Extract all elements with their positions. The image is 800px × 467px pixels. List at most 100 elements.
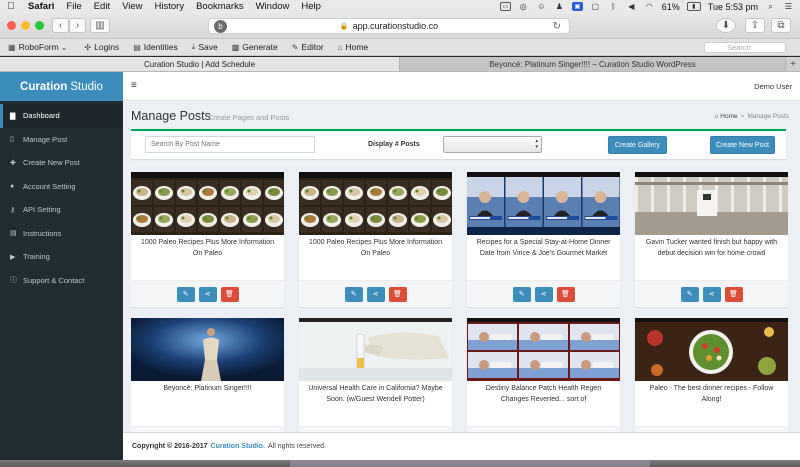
footer-brand-link[interactable]: Curation Studio. — [211, 443, 265, 450]
generate-icon: ▩ — [231, 42, 240, 52]
post-thumbnail[interactable] — [467, 172, 620, 235]
breadcrumb-current: Manage Posts — [747, 113, 789, 120]
back-button[interactable]: ‹ — [52, 18, 69, 33]
sidebar-item-instructions[interactable]: ▤ Instructions — [0, 222, 123, 246]
sidebar-item-label: Support & Contact — [23, 275, 85, 285]
sidebar-item-label: Account Setting — [23, 181, 76, 191]
sidebar-item-account-setting[interactable]: ● Account Setting — [0, 175, 123, 199]
audio-icon[interactable]: ◀ — [626, 2, 637, 11]
screen-record-icon[interactable]: ▣ — [571, 2, 583, 11]
save-icon: ⤓ — [191, 42, 196, 51]
minimize-window-button[interactable] — [21, 21, 30, 30]
post-thumbnail[interactable] — [131, 318, 284, 381]
logo-bold: Curation — [20, 80, 68, 93]
post-thumbnail[interactable] — [131, 172, 284, 235]
status-face-icon[interactable]: ☺ — [536, 2, 547, 11]
wifi-icon[interactable]: ◠ — [644, 2, 655, 11]
menu-help[interactable]: Help — [301, 1, 321, 12]
tab-add-schedule[interactable]: Curation Studio | Add Schedule — [0, 57, 400, 71]
sidebar-item-dashboard[interactable]: ▇ Dashboard — [0, 104, 123, 128]
menu-bookmarks[interactable]: Bookmarks — [196, 1, 244, 12]
reload-icon[interactable]: ↻ — [553, 21, 561, 32]
bookmark-generate[interactable]: ▩ Generate — [232, 42, 278, 52]
extension-badge-icon[interactable]: b — [214, 20, 227, 33]
status-box-icon[interactable]: ▭ — [499, 2, 511, 11]
share-button[interactable]: ⋖ — [534, 286, 553, 302]
bookmark-editor[interactable]: ✎ Editor — [292, 42, 324, 52]
bookmark-save[interactable]: ⤓ Save — [192, 42, 218, 52]
delete-button[interactable]: 🗑 — [724, 286, 743, 302]
sidebar-item-training[interactable]: ▶ Training — [0, 245, 123, 269]
sidebar-item-api-setting[interactable]: ⚷ API Setting — [0, 198, 123, 222]
menu-edit[interactable]: Edit — [94, 1, 110, 12]
share-icon: ⋖ — [708, 291, 715, 298]
edit-button[interactable]: ✎ — [344, 286, 363, 302]
status-user-icon[interactable]: ♟ — [554, 2, 565, 11]
hamburger-menu-icon[interactable]: ≡ — [131, 80, 137, 91]
apple-menu-icon[interactable]:  — [4, 1, 18, 12]
post-title: Paleo - The best dinner recipes - Follow… — [649, 385, 774, 403]
sidebar-toggle-button[interactable]: ▥ — [90, 18, 110, 33]
breadcrumb-home[interactable]: Home — [720, 113, 737, 120]
tab-wordpress[interactable]: Beyoncé: Platinum Singer!!!! – Curation … — [400, 57, 786, 71]
post-thumbnail[interactable] — [635, 318, 788, 381]
bookmark-identities[interactable]: ▤ Identities — [133, 42, 178, 52]
footer-rights: All rights reserved. — [268, 443, 326, 450]
menu-app-name[interactable]: Safari — [28, 1, 54, 12]
app-logo[interactable]: Curation Studio — [0, 72, 123, 101]
edit-button[interactable]: ✎ — [680, 286, 699, 302]
post-thumbnail[interactable] — [299, 172, 452, 235]
edit-button[interactable]: ✎ — [176, 286, 195, 302]
sidebar-item-create-new-post[interactable]: ✚ Create New Post — [0, 151, 123, 175]
create-gallery-button[interactable]: Create Gallery — [608, 136, 667, 154]
delete-button[interactable]: 🗑 — [388, 286, 407, 302]
share-button[interactable]: ⋖ — [366, 286, 385, 302]
spotlight-search-icon[interactable]: ⌕ — [765, 2, 776, 11]
sidebar-item-manage-post[interactable]: ▯ Manage Post — [0, 128, 123, 152]
status-circle-icon[interactable]: ◎ — [518, 2, 529, 11]
clock[interactable]: Tue 5:53 pm — [708, 2, 758, 12]
share-button[interactable]: ⋖ — [702, 286, 721, 302]
bookmark-home[interactable]: ⌂ Home — [338, 42, 369, 52]
edit-button[interactable]: ✎ — [512, 286, 531, 302]
downloads-button[interactable]: ⬇ — [716, 18, 736, 33]
bookmark-roboform[interactable]: ▦ RoboForm ⌄ — [8, 42, 70, 52]
bookmark-logins[interactable]: ✣ Logins — [84, 42, 119, 52]
logins-icon: ✣ — [84, 42, 92, 52]
new-tab-button[interactable]: + — [786, 57, 800, 71]
post-thumbnail[interactable] — [467, 318, 620, 381]
user-menu[interactable]: Demo User — [754, 82, 792, 91]
sidebar-item-support-contact[interactable]: ⓘ Support & Contact — [0, 269, 123, 293]
delete-button[interactable]: 🗑 — [556, 286, 575, 302]
dashboard-icon: ▇ — [10, 112, 16, 120]
battery-icon[interactable]: ▮ — [686, 2, 701, 11]
share-icon: ⋖ — [372, 291, 379, 298]
share-button[interactable]: ⇪ — [745, 18, 765, 33]
post-search-input[interactable] — [145, 136, 315, 153]
trash-icon: 🗑 — [561, 291, 570, 298]
post-thumbnail[interactable] — [635, 172, 788, 235]
display-posts-select[interactable] — [443, 136, 542, 153]
safari-toolbar: ‹ › ▥ 🔒 app.curationstudio.co ↻ b ⬇ ⇪ ⧉ — [0, 13, 800, 39]
create-new-post-button[interactable]: Create New Post — [710, 136, 775, 154]
tabs-overview-button[interactable]: ⧉ — [771, 18, 791, 33]
notification-center-icon[interactable]: ☰ — [783, 2, 794, 11]
fullscreen-window-button[interactable] — [35, 21, 44, 30]
forward-button[interactable]: › — [69, 18, 86, 33]
menu-file[interactable]: File — [66, 1, 81, 12]
status-window-icon[interactable]: ▢ — [590, 2, 601, 11]
video-icon: ▶ — [10, 253, 16, 261]
share-button[interactable]: ⋖ — [198, 286, 217, 302]
info-icon: ⓘ — [10, 277, 17, 285]
menu-view[interactable]: View — [122, 1, 142, 12]
address-bar[interactable]: 🔒 app.curationstudio.co ↻ — [208, 18, 570, 34]
post-card: Recipes for a Special Stay-at-Home Dinne… — [467, 172, 620, 307]
bluetooth-icon[interactable]: ᛒ — [608, 2, 619, 11]
menu-history[interactable]: History — [155, 1, 185, 12]
menu-window[interactable]: Window — [256, 1, 290, 12]
close-window-button[interactable] — [7, 21, 16, 30]
delete-button[interactable]: 🗑 — [220, 286, 239, 302]
post-thumbnail[interactable] — [299, 318, 452, 381]
bookmarks-search-field[interactable]: Search — [704, 42, 786, 53]
roboform-icon: ▦ — [8, 42, 16, 52]
